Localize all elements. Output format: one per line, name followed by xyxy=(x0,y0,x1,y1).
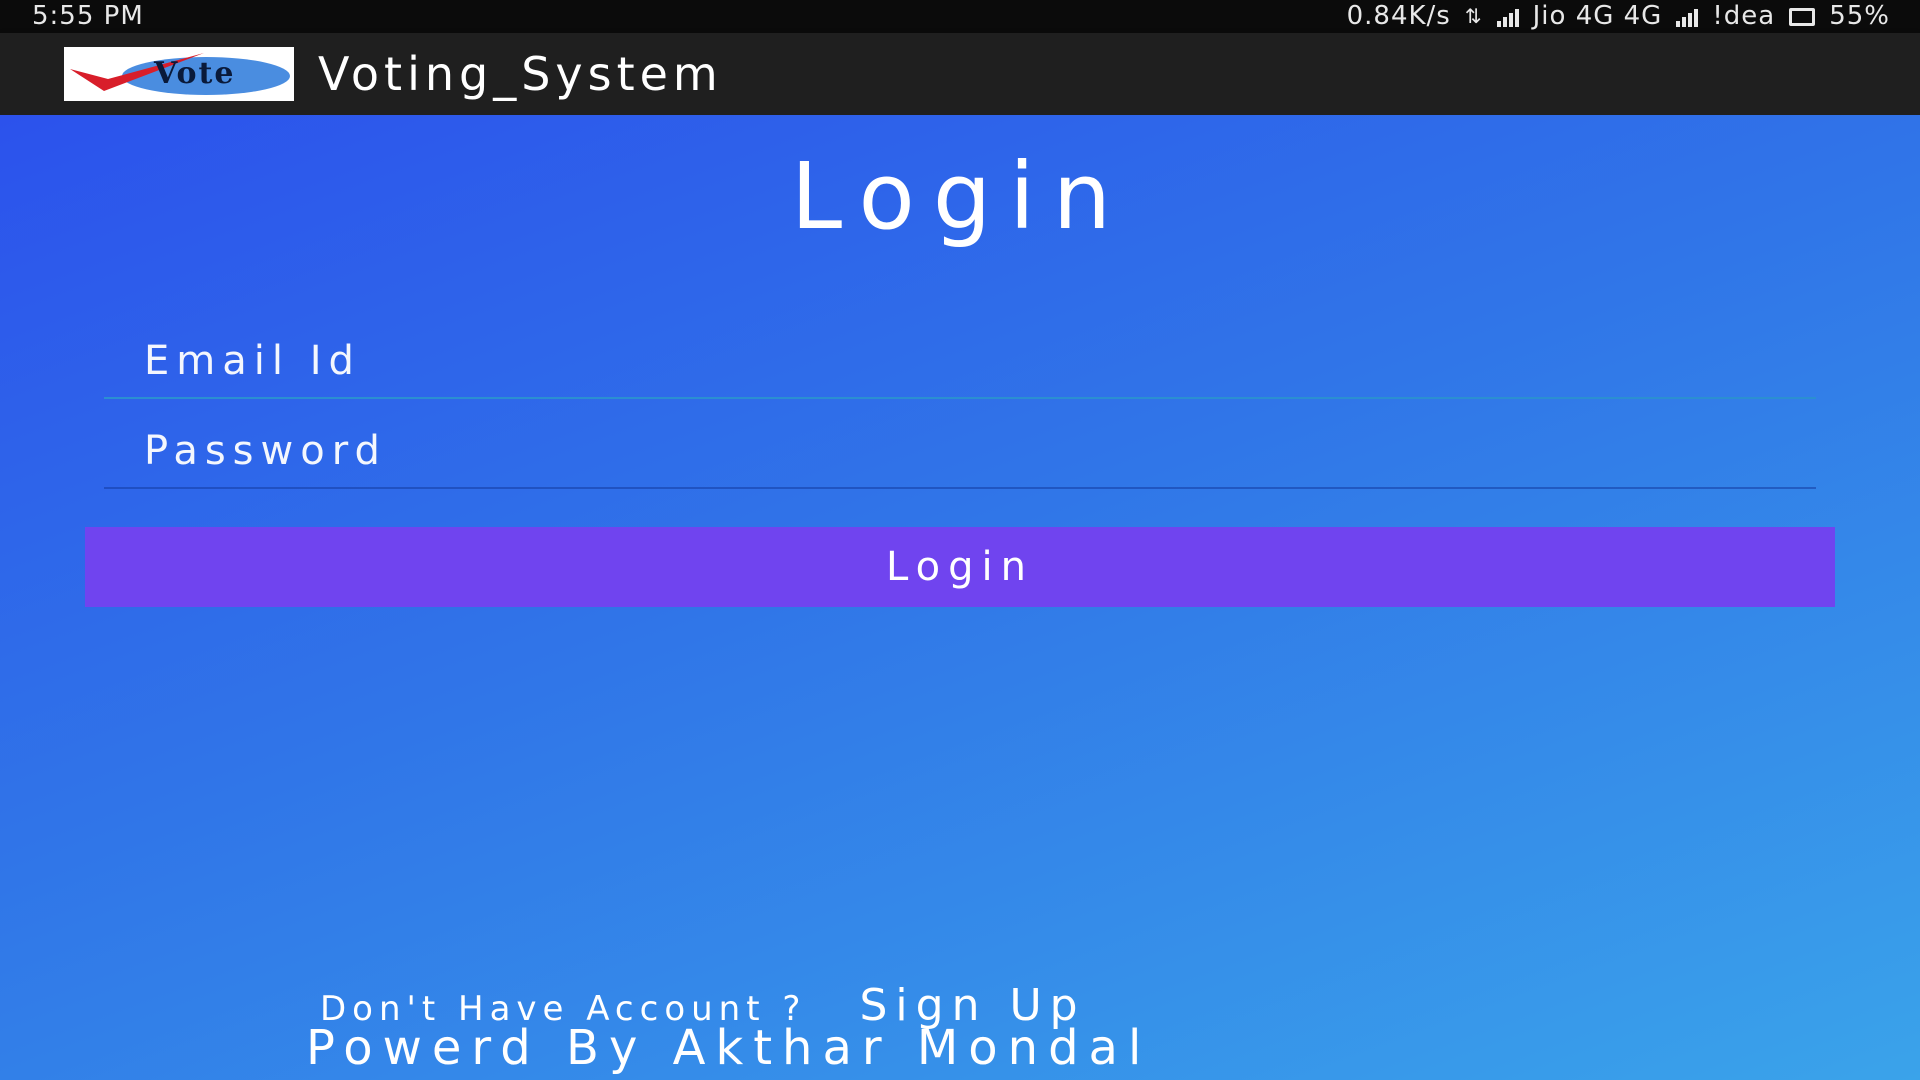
carrier-2: !dea xyxy=(1712,1,1776,31)
status-time: 5:55 PM xyxy=(32,1,144,31)
email-field-container xyxy=(104,325,1816,399)
carrier-1: Jio 4G 4G xyxy=(1532,1,1663,31)
email-field[interactable] xyxy=(104,325,1816,397)
signal-icon xyxy=(1496,7,1519,27)
page-title: Login xyxy=(790,143,1130,250)
net-speed: 0.84K/s xyxy=(1346,1,1451,31)
vote-logo: Vote xyxy=(64,47,294,101)
data-transfer-icon: ⇅ xyxy=(1464,4,1483,28)
login-button[interactable]: Login xyxy=(85,527,1835,607)
login-screen: Login Login Don't Have Account ? Sign Up… xyxy=(0,115,1920,1080)
status-right: 0.84K/s ⇅ Jio 4G 4G !dea 55% xyxy=(1347,0,1890,33)
password-field[interactable] xyxy=(104,415,1816,487)
app-title: Voting_System xyxy=(318,47,723,101)
logo-text: Vote xyxy=(154,56,236,91)
powered-by-text: Powerd By Akthar Mondal xyxy=(306,1020,1152,1076)
battery-level: 55% xyxy=(1829,1,1890,31)
signal-icon xyxy=(1676,7,1699,27)
battery-icon xyxy=(1789,7,1816,26)
app-bar: Vote Voting_System xyxy=(0,33,1920,115)
password-field-container xyxy=(104,415,1816,489)
status-bar: 5:55 PM 0.84K/s ⇅ Jio 4G 4G !dea 55% xyxy=(0,0,1920,33)
